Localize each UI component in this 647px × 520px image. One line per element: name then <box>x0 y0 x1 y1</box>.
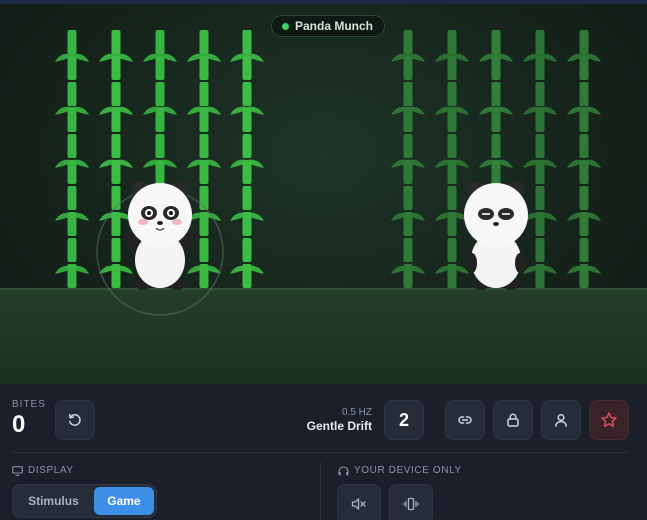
control-panel: BITES 0 0.5 HZ Gentle Drift 2 DISPLAY St… <box>0 384 647 520</box>
reset-button[interactable] <box>55 400 95 440</box>
star-icon <box>601 412 617 427</box>
panda-left[interactable] <box>122 181 197 290</box>
vibrate-button[interactable] <box>389 484 433 520</box>
device-section-label: YOUR DEVICE ONLY <box>338 465 462 476</box>
speed-name: Gentle Drift <box>306 419 372 433</box>
bamboo-stalk <box>567 30 601 288</box>
vibrate-icon <box>403 497 419 511</box>
monitor-icon <box>12 465 23 476</box>
bamboo-stalk <box>99 30 133 288</box>
bamboo-stalk <box>523 30 557 288</box>
lock-button[interactable] <box>493 400 533 440</box>
display-option-stimulus[interactable]: Stimulus <box>15 487 92 515</box>
app: Panda Munch BITES 0 0.5 HZ Gentle Drift … <box>0 0 647 520</box>
count-button[interactable]: 2 <box>384 400 424 440</box>
user-button[interactable] <box>541 400 581 440</box>
bites-counter: 0 <box>12 411 26 438</box>
link-button[interactable] <box>445 400 485 440</box>
display-section-label: DISPLAY <box>12 465 74 476</box>
section-divider <box>320 462 321 520</box>
lock-icon <box>507 413 519 427</box>
reset-icon <box>68 413 81 426</box>
speed-frequency: 0.5 HZ <box>341 407 372 418</box>
game-title: Panda Munch <box>295 19 374 33</box>
panel-divider <box>12 452 628 453</box>
game-title-badge: Panda Munch <box>271 15 386 37</box>
status-dot <box>282 22 289 30</box>
mute-icon <box>351 498 366 510</box>
count-value: 2 <box>398 409 409 430</box>
favorite-button[interactable] <box>589 400 629 440</box>
user-icon <box>555 413 567 427</box>
bamboo-stalk <box>187 30 221 288</box>
game-stage <box>55 30 601 316</box>
display-mode-toggle: Stimulus Game <box>12 484 157 518</box>
bamboo-stalk <box>391 30 425 288</box>
display-label: DISPLAY <box>28 465 74 476</box>
panda-right[interactable] <box>464 181 528 290</box>
game-scene[interactable]: Panda Munch <box>0 0 647 384</box>
bamboo-stalk <box>55 30 89 288</box>
bites-label: BITES <box>12 399 46 410</box>
headphones-icon <box>338 465 349 475</box>
bamboo-stalk <box>230 30 264 288</box>
bamboo-stalk <box>435 30 469 288</box>
link-icon <box>458 416 472 424</box>
display-option-game[interactable]: Game <box>93 487 154 515</box>
mute-button[interactable] <box>337 484 381 520</box>
device-label: YOUR DEVICE ONLY <box>354 465 462 476</box>
